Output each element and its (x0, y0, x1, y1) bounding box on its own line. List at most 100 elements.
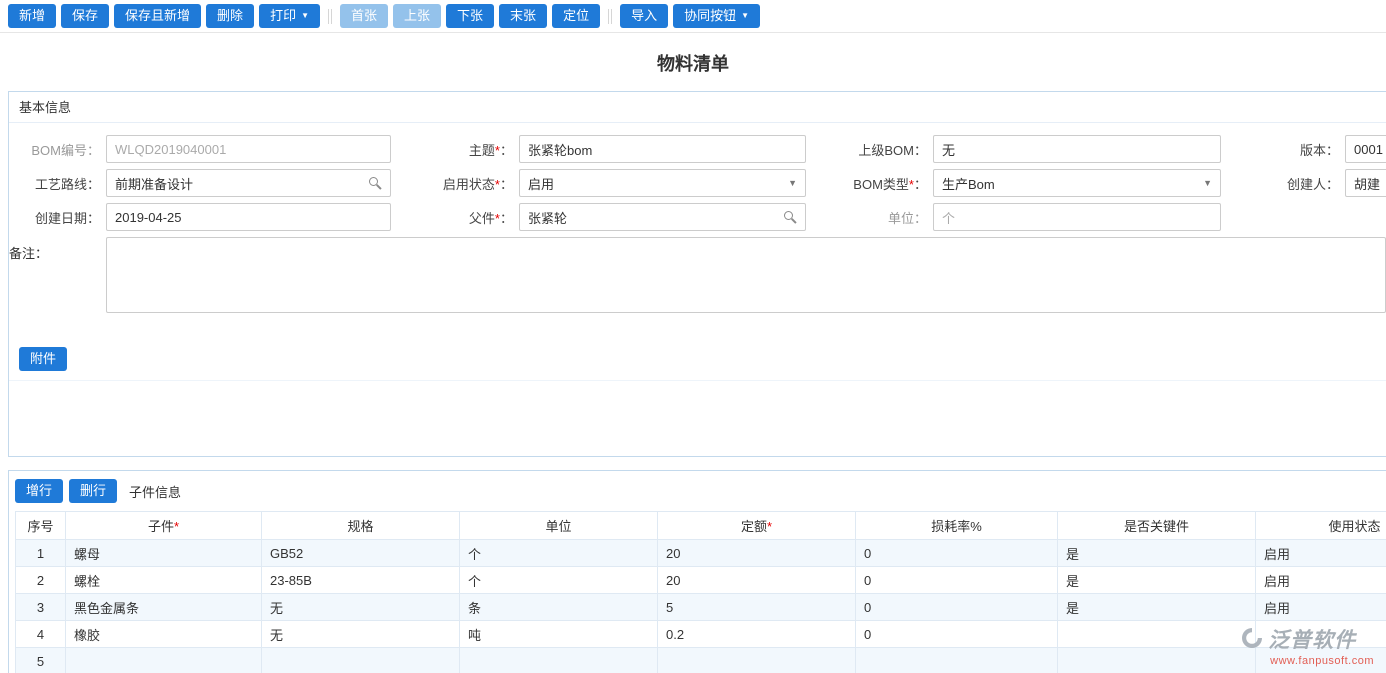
page-title: 物料清单 (657, 54, 729, 74)
cell-quota[interactable]: 5 (657, 593, 856, 621)
cell-spec[interactable]: 无 (261, 593, 460, 621)
column-header: 单位 (459, 511, 658, 540)
subject-input[interactable] (519, 135, 806, 163)
field-bom-type: BOM类型*： 生产Bom ▼ (806, 169, 1221, 197)
subject-label: 主题*： (468, 142, 513, 158)
chevron-down-icon: ▼ (788, 178, 797, 188)
column-header: 定额* (657, 511, 856, 540)
cell-unit[interactable]: 个 (459, 539, 658, 567)
form-row-1: BOM编号： 主题*： 上级BOM： 版本： (9, 135, 1386, 163)
cell-seq: 2 (15, 566, 66, 594)
cell-unit[interactable]: 条 (459, 593, 658, 621)
new-button[interactable]: 新增 (8, 4, 57, 28)
bom-no-input[interactable] (106, 135, 391, 163)
parent-part-input[interactable] (519, 203, 806, 231)
field-create-date: 创建日期： (9, 203, 391, 231)
cell-quota[interactable]: 20 (657, 539, 856, 567)
cell-is-key-part[interactable] (1057, 647, 1256, 673)
creator-label: 创建人： (1286, 176, 1339, 192)
chevron-down-icon: ▼ (1203, 178, 1212, 188)
cell-quota[interactable] (657, 647, 856, 673)
cell-spec[interactable]: 无 (261, 620, 460, 648)
cell-loss-rate[interactable] (855, 647, 1058, 673)
import-button[interactable]: 导入 (620, 4, 669, 28)
create-date-label: 创建日期： (34, 210, 100, 226)
cell-loss-rate[interactable]: 0 (855, 566, 1058, 594)
locate-button[interactable]: 定位 (552, 4, 601, 28)
attachment-button[interactable]: 附件 (19, 347, 68, 371)
next-record-button[interactable]: 下张 (446, 4, 495, 28)
bom-type-label: BOM类型*： (853, 176, 927, 192)
bom-type-select[interactable]: 生产Bom ▼ (933, 169, 1221, 197)
search-icon[interactable] (369, 177, 378, 186)
table-row[interactable]: 5 (15, 647, 1386, 673)
cell-use-status[interactable]: 启用 (1255, 566, 1386, 594)
unit-label: 单位： (887, 210, 927, 226)
field-unit: 单位： (806, 203, 1221, 231)
create-date-input[interactable] (106, 203, 391, 231)
cell-is-key-part[interactable]: 是 (1057, 593, 1256, 621)
cell-use-status[interactable]: 启用 (1255, 593, 1386, 621)
cell-quota[interactable]: 20 (657, 566, 856, 594)
cell-part[interactable]: 螺母 (65, 539, 262, 567)
parent-bom-input[interactable] (933, 135, 1221, 163)
child-parts-header: 增行 删行 子件信息 (9, 471, 1386, 511)
field-parent-bom: 上级BOM： (806, 135, 1221, 163)
delete-button[interactable]: 删除 (206, 4, 255, 28)
cell-part[interactable]: 螺栓 (65, 566, 262, 594)
cell-is-key-part[interactable]: 是 (1057, 539, 1256, 567)
cell-loss-rate[interactable]: 0 (855, 620, 1058, 648)
enable-status-select[interactable]: 启用 ▼ (519, 169, 806, 197)
save-and-new-button[interactable]: 保存且新增 (114, 4, 202, 28)
cell-unit[interactable]: 个 (459, 566, 658, 594)
cell-unit[interactable] (459, 647, 658, 673)
cell-unit[interactable]: 吨 (459, 620, 658, 648)
cell-seq: 1 (15, 539, 66, 567)
cell-is-key-part[interactable]: 是 (1057, 566, 1256, 594)
prev-record-button[interactable]: 上张 (393, 4, 442, 28)
cell-spec[interactable] (261, 647, 460, 673)
table-row[interactable]: 2 螺栓 23-85B 个 20 0 是 启用 (15, 566, 1386, 594)
remark-textarea[interactable] (106, 237, 1386, 313)
cell-spec[interactable]: GB52 (261, 539, 460, 567)
cell-quota[interactable]: 0.2 (657, 620, 856, 648)
creator-input[interactable] (1345, 169, 1386, 197)
child-parts-table: 序号 子件* 规格 单位 定额* 损耗率% 是否关键件 使用状态 1 螺母 GB… (15, 511, 1386, 673)
cell-seq: 3 (15, 593, 66, 621)
table-header-row: 序号 子件* 规格 单位 定额* 损耗率% 是否关键件 使用状态 (15, 511, 1386, 540)
cell-is-key-part[interactable] (1057, 620, 1256, 648)
last-record-button[interactable]: 末张 (499, 4, 548, 28)
unit-input[interactable] (933, 203, 1221, 231)
table-row[interactable]: 3 黑色金属条 无 条 5 0 是 启用 (15, 593, 1386, 621)
toolbar-separator (608, 8, 610, 24)
search-icon[interactable] (784, 211, 793, 220)
column-header: 序号 (15, 511, 66, 540)
field-parent-part: 父件*： (391, 203, 806, 231)
child-parts-section-title: 子件信息 (129, 484, 182, 500)
table-body: 1 螺母 GB52 个 20 0 是 启用 2 螺栓 23-85B 个 20 0 (15, 539, 1386, 673)
print-dropdown-button[interactable]: 打印 ▼ (259, 3, 320, 29)
cell-loss-rate[interactable]: 0 (855, 539, 1058, 567)
save-button[interactable]: 保存 (61, 4, 110, 28)
cell-part[interactable] (65, 647, 262, 673)
table-row[interactable]: 4 橡胶 无 吨 0.2 0 (15, 620, 1386, 648)
table-row[interactable]: 1 螺母 GB52 个 20 0 是 启用 (15, 539, 1386, 567)
toolbar: 新增 保存 保存且新增 删除 打印 ▼ 首张 上张 下张 末张 定位 导入 协同按… (0, 0, 1386, 33)
parent-bom-label: 上级BOM： (858, 142, 927, 158)
add-row-button[interactable]: 增行 (15, 479, 64, 503)
process-route-input[interactable] (106, 169, 391, 197)
field-bom-no: BOM编号： (9, 135, 391, 163)
cell-loss-rate[interactable]: 0 (855, 593, 1058, 621)
first-record-button[interactable]: 首张 (340, 4, 389, 28)
cell-use-status[interactable]: 启用 (1255, 539, 1386, 567)
delete-row-button[interactable]: 删行 (69, 479, 118, 503)
collaborate-dropdown-button[interactable]: 协同按钮 ▼ (673, 3, 761, 29)
version-input[interactable] (1345, 135, 1386, 163)
cell-spec[interactable]: 23-85B (261, 566, 460, 594)
column-header: 损耗率% (855, 511, 1058, 540)
cell-part[interactable]: 黑色金属条 (65, 593, 262, 621)
form-row-2: 工艺路线： 启用状态*： 启用▼ BOM类型*： 生产Bom▼ 创建人： (9, 169, 1386, 197)
cell-part[interactable]: 橡胶 (65, 620, 262, 648)
remark-label: 备注： (9, 246, 49, 261)
cell-seq: 5 (15, 647, 66, 673)
